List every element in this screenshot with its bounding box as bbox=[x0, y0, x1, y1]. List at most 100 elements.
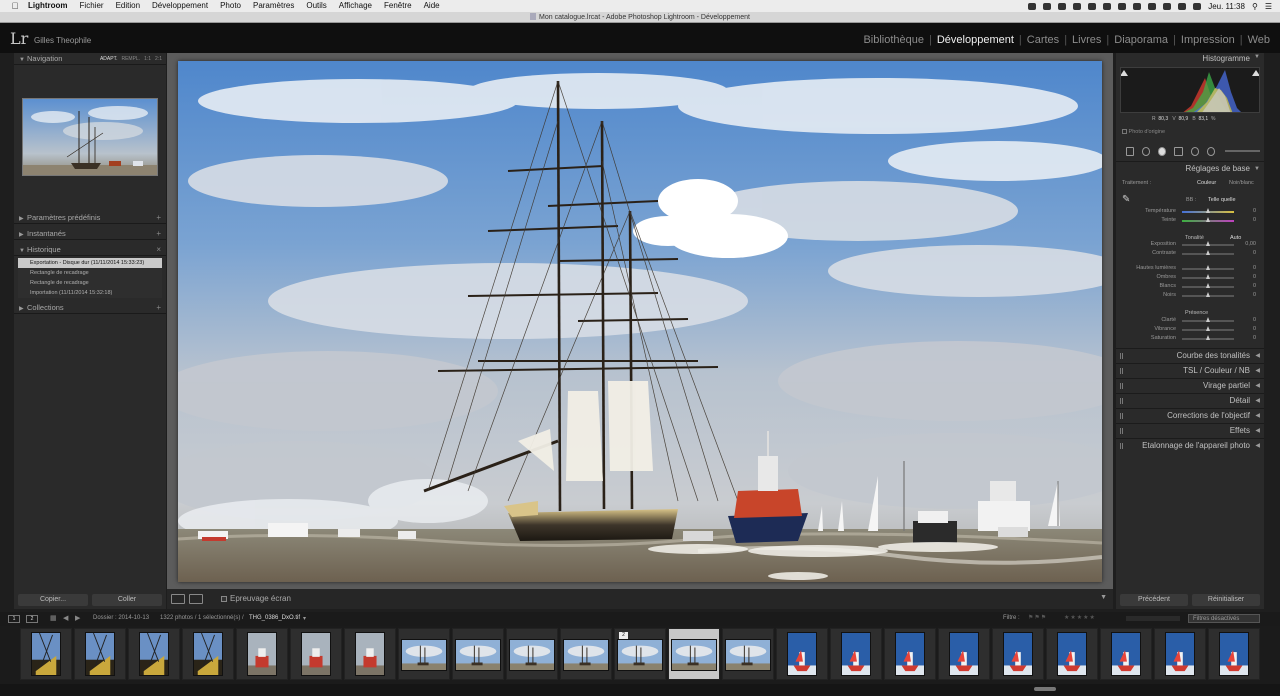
wifi-icon[interactable] bbox=[1163, 2, 1172, 10]
presets-header[interactable]: ▶ Paramètres prédéfinis + bbox=[14, 212, 166, 224]
grid-icon[interactable]: ▦ bbox=[50, 614, 57, 622]
tray-icon[interactable] bbox=[1148, 2, 1157, 10]
list-icon[interactable]: ☰ bbox=[1265, 2, 1272, 11]
filmstrip-thumbnail[interactable] bbox=[1208, 628, 1260, 680]
collections-header[interactable]: ▶ Collections + bbox=[14, 302, 166, 314]
slider-value[interactable]: 0 bbox=[1240, 274, 1256, 280]
filmstrip-thumbnail[interactable] bbox=[830, 628, 882, 680]
slider-track[interactable] bbox=[1182, 317, 1234, 322]
module-diaporama[interactable]: Diaporama bbox=[1110, 34, 1172, 46]
paste-settings-button[interactable]: Coller bbox=[92, 594, 162, 606]
filmstrip-thumbnail[interactable] bbox=[74, 628, 126, 680]
back-arrow-icon[interactable]: ◀ bbox=[63, 614, 68, 622]
module-impression[interactable]: Impression bbox=[1177, 34, 1239, 46]
menu-app[interactable]: Lightroom bbox=[22, 0, 74, 12]
history-item[interactable]: Rectangle de recadrage bbox=[18, 278, 162, 288]
filmstrip-thumbnail[interactable] bbox=[1100, 628, 1152, 680]
zoom-2-1[interactable]: 2:1 bbox=[155, 53, 162, 65]
basic-panel-header[interactable]: Réglages de base ▼ bbox=[1116, 161, 1264, 175]
filmstrip-thumbnail[interactable] bbox=[668, 628, 720, 680]
filmstrip-filename[interactable]: THG_0386_DxO.tif bbox=[249, 615, 300, 621]
slider-thumb[interactable] bbox=[1205, 274, 1210, 279]
slider-track[interactable] bbox=[1182, 326, 1234, 331]
filmstrip-thumbnail[interactable] bbox=[722, 628, 774, 680]
slider-value[interactable]: 0 bbox=[1240, 208, 1256, 214]
slider-value[interactable]: 0 bbox=[1240, 292, 1256, 298]
tool-slider[interactable] bbox=[1224, 150, 1260, 152]
white-balance-eyedropper-icon[interactable]: ✎ bbox=[1122, 194, 1130, 205]
graduated-filter-icon[interactable] bbox=[1174, 146, 1183, 156]
flag-icon[interactable] bbox=[1178, 2, 1187, 10]
tray-icon[interactable] bbox=[1043, 2, 1052, 10]
copy-settings-button[interactable]: Copier... bbox=[18, 594, 88, 606]
forward-arrow-icon[interactable]: ▶ bbox=[75, 614, 80, 622]
filmstrip-thumbnail[interactable] bbox=[1046, 628, 1098, 680]
tray-icon[interactable] bbox=[1058, 2, 1067, 10]
filmstrip-thumbnail[interactable] bbox=[290, 628, 342, 680]
navigator-header[interactable]: ▼ Navigation ADAPT. REMPL. 1:1 2:1 bbox=[14, 53, 166, 65]
slider-value[interactable]: 0 bbox=[1240, 265, 1256, 271]
toolbar-menu-icon[interactable]: ▼ bbox=[1100, 594, 1107, 601]
add-collection-icon[interactable]: + bbox=[156, 302, 161, 314]
tray-icon[interactable] bbox=[1088, 2, 1097, 10]
slider-value[interactable]: 0 bbox=[1240, 326, 1256, 332]
panel-toggle-icon[interactable] bbox=[1120, 398, 1123, 404]
panel-toggle-icon[interactable] bbox=[1120, 428, 1123, 434]
navigator-preview[interactable] bbox=[22, 98, 158, 176]
filmstrip-thumbnail[interactable] bbox=[776, 628, 828, 680]
treatment-color-option[interactable]: Couleur bbox=[1197, 180, 1216, 186]
slider-thumb[interactable] bbox=[1205, 335, 1210, 340]
before-after-view-icon[interactable] bbox=[189, 594, 203, 604]
slider-track[interactable] bbox=[1182, 274, 1234, 279]
zoom-fill[interactable]: REMPL. bbox=[121, 53, 140, 65]
filmstrip-thumbnail[interactable] bbox=[560, 628, 612, 680]
slider-track[interactable] bbox=[1182, 283, 1234, 288]
slider-thumb[interactable] bbox=[1205, 326, 1210, 331]
slider-value[interactable]: 0 bbox=[1240, 217, 1256, 223]
slider-track[interactable] bbox=[1182, 292, 1234, 297]
hsl-header[interactable]: TSL / Couleur / NB ◀ bbox=[1116, 363, 1264, 377]
history-item[interactable]: Exportation - Disque dur (11/11/2014 15:… bbox=[18, 258, 162, 268]
filmstrip-thumbnail[interactable] bbox=[20, 628, 72, 680]
tray-icon[interactable] bbox=[1103, 2, 1112, 10]
panel-toggle-icon[interactable] bbox=[1120, 353, 1123, 359]
effects-header[interactable]: Effets ◀ bbox=[1116, 423, 1264, 437]
add-preset-icon[interactable]: + bbox=[156, 212, 161, 224]
slider-value[interactable]: 0 bbox=[1240, 335, 1256, 341]
filmstrip-thumbnail[interactable] bbox=[398, 628, 450, 680]
filmstrip-thumbnail[interactable] bbox=[182, 628, 234, 680]
wb-preset-select[interactable]: Telle quelle bbox=[1208, 197, 1236, 203]
radial-filter-icon[interactable] bbox=[1190, 146, 1199, 156]
slider-thumb[interactable] bbox=[1205, 265, 1210, 270]
slider-thumb[interactable] bbox=[1205, 250, 1210, 255]
tray-icon[interactable] bbox=[1118, 2, 1127, 10]
soft-proofing-checkbox[interactable] bbox=[221, 596, 227, 602]
slider-value[interactable]: 0 bbox=[1240, 317, 1256, 323]
detail-header[interactable]: Détail ◀ bbox=[1116, 393, 1264, 407]
original-photo-toggle[interactable]: Photo d'origine bbox=[1122, 129, 1165, 135]
split-toning-header[interactable]: Virage partiel ◀ bbox=[1116, 378, 1264, 392]
filmstrip-thumbnail[interactable] bbox=[344, 628, 396, 680]
filmstrip-thumbnail[interactable] bbox=[452, 628, 504, 680]
menu-edition[interactable]: Edition bbox=[110, 0, 146, 12]
tone-curve-header[interactable]: Courbe des tonalités ◀ bbox=[1116, 348, 1264, 362]
lens-corrections-header[interactable]: Corrections de l'objectif ◀ bbox=[1116, 408, 1264, 422]
add-snapshot-icon[interactable]: + bbox=[156, 228, 161, 240]
histogram[interactable] bbox=[1120, 67, 1260, 113]
loupe-view[interactable] bbox=[167, 53, 1113, 589]
clear-history-icon[interactable]: × bbox=[156, 244, 161, 256]
spot-removal-tool-icon[interactable] bbox=[1142, 146, 1151, 156]
filmstrip-scroll-thumb[interactable] bbox=[1034, 687, 1056, 691]
slider-thumb[interactable] bbox=[1205, 208, 1210, 213]
search-icon[interactable]: ⚲ bbox=[1252, 2, 1258, 11]
menu-affichage[interactable]: Affichage bbox=[333, 0, 378, 12]
slider-track[interactable] bbox=[1182, 217, 1234, 222]
filename-dropdown-icon[interactable]: ▾ bbox=[303, 615, 306, 622]
filmstrip-thumbnail[interactable] bbox=[992, 628, 1044, 680]
camera-calibration-header[interactable]: Etalonnage de l'appareil photo ◀ bbox=[1116, 438, 1264, 452]
filter-stars-icon[interactable]: ★★★★★ bbox=[1064, 614, 1096, 621]
tray-icon[interactable] bbox=[1028, 2, 1037, 10]
history-header[interactable]: ▼ Historique × bbox=[14, 244, 166, 256]
slider-track[interactable] bbox=[1182, 208, 1234, 213]
adjustment-brush-icon[interactable] bbox=[1206, 146, 1215, 156]
